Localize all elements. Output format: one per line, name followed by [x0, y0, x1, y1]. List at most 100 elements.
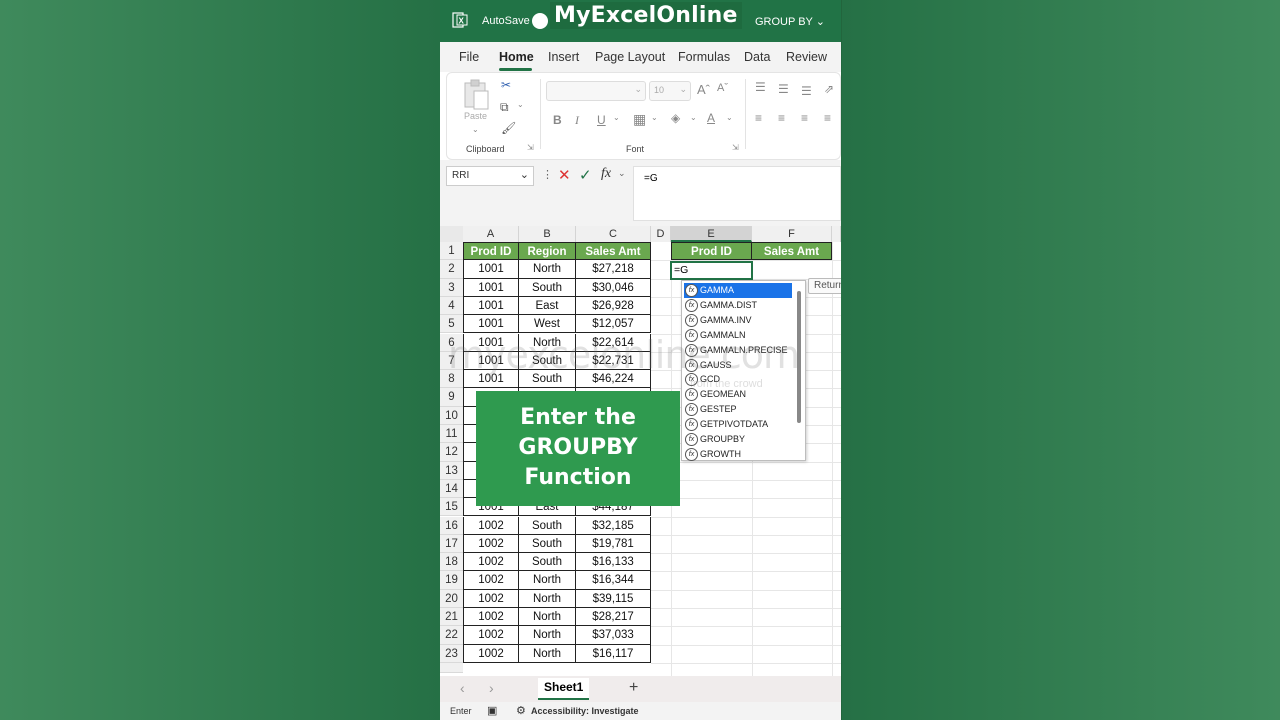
cell-sales[interactable]: $28,217: [576, 608, 651, 627]
font-color-dropdown-icon[interactable]: ⌄: [726, 113, 733, 122]
cell-prod[interactable]: 1002: [463, 553, 519, 572]
row-header-2[interactable]: 2: [440, 260, 463, 279]
accessibility-icon[interactable]: ⚙: [516, 704, 526, 717]
tab-formulas[interactable]: Formulas: [678, 50, 730, 64]
orientation-icon[interactable]: ⇗: [824, 82, 834, 96]
cell-sales[interactable]: $12,057: [576, 315, 651, 334]
cell-region[interactable]: South: [519, 534, 576, 554]
cell-sales[interactable]: $27,218: [576, 260, 651, 279]
name-box[interactable]: RRI ⌄: [446, 166, 534, 186]
cell-prod[interactable]: 1002: [463, 516, 519, 535]
indent-icon[interactable]: ≡: [824, 111, 831, 125]
header-region[interactable]: Region: [519, 242, 576, 261]
row-header-14[interactable]: 14: [440, 479, 463, 499]
add-sheet-icon[interactable]: +: [629, 679, 638, 697]
fill-dropdown-icon[interactable]: ⌄: [690, 113, 697, 122]
output-header-prod-id[interactable]: Prod ID: [671, 242, 752, 261]
autocomplete-item[interactable]: fx GESTEP: [684, 402, 792, 417]
cell-sales[interactable]: $37,033: [576, 626, 651, 645]
cell-prod[interactable]: 1002: [463, 534, 519, 554]
autocomplete-item[interactable]: fx GETPIVOTDATA: [684, 417, 792, 432]
cell-sales[interactable]: $30,046: [576, 278, 651, 297]
scroll-left-icon[interactable]: ‹: [460, 680, 465, 696]
cell-region[interactable]: South: [519, 553, 576, 572]
paste-dropdown-icon[interactable]: ⌄: [472, 125, 479, 134]
autosave-toggle[interactable]: [532, 13, 548, 29]
align-middle-icon[interactable]: ☰: [778, 82, 789, 96]
row-header-3[interactable]: 3: [440, 278, 463, 297]
align-left-icon[interactable]: ≡: [755, 111, 762, 125]
cell-region[interactable]: South: [519, 278, 576, 297]
bold-icon[interactable]: B: [553, 113, 562, 127]
borders-dropdown-icon[interactable]: ⌄: [651, 113, 658, 122]
align-center-icon[interactable]: ≡: [778, 111, 785, 125]
cell-region[interactable]: South: [519, 516, 576, 535]
font-size-dropdown[interactable]: 10 ⌄: [649, 81, 691, 101]
cell-sales[interactable]: $19,781: [576, 534, 651, 554]
decrease-font-icon[interactable]: Aˇ: [717, 82, 728, 94]
increase-font-icon[interactable]: Aˆ: [697, 82, 710, 97]
formula-input[interactable]: =G: [633, 166, 841, 221]
underline-icon[interactable]: U: [597, 113, 606, 127]
cell-region[interactable]: North: [519, 608, 576, 627]
select-all-corner[interactable]: [440, 226, 463, 242]
column-header-d[interactable]: D: [651, 226, 671, 242]
column-header-a[interactable]: A: [463, 226, 519, 242]
insert-function-icon[interactable]: fx: [601, 166, 611, 182]
align-top-icon[interactable]: ☰: [755, 80, 766, 94]
active-cell-e2[interactable]: =G: [670, 261, 753, 280]
row-header-partial[interactable]: [440, 662, 463, 673]
row-header-23[interactable]: 23: [440, 644, 463, 663]
cell-prod[interactable]: 1001: [463, 260, 519, 279]
cell-sales[interactable]: $26,928: [576, 296, 651, 316]
cell-prod[interactable]: 1002: [463, 644, 519, 663]
cell-sales[interactable]: $39,115: [576, 589, 651, 608]
borders-icon[interactable]: ▦: [633, 111, 646, 128]
row-header-16[interactable]: 16: [440, 516, 463, 535]
cell-prod[interactable]: 1001: [463, 315, 519, 334]
sheet-tab-sheet1[interactable]: Sheet1: [538, 678, 590, 700]
chevron-down-icon[interactable]: ⌄: [618, 168, 626, 179]
format-painter-icon[interactable]: 🖌: [501, 121, 516, 135]
cell-sales[interactable]: $16,133: [576, 553, 651, 572]
row-header-10[interactable]: 10: [440, 406, 463, 425]
copy-icon[interactable]: ⧉: [500, 100, 509, 115]
italic-icon[interactable]: I: [575, 113, 579, 128]
cell-prod[interactable]: 1002: [463, 589, 519, 608]
paste-icon[interactable]: [461, 79, 491, 111]
cell-region[interactable]: North: [519, 644, 576, 663]
font-color-icon[interactable]: A: [707, 111, 715, 125]
cell-region[interactable]: West: [519, 315, 576, 334]
row-header-18[interactable]: 18: [440, 553, 463, 572]
row-header-22[interactable]: 22: [440, 626, 463, 645]
cell-region[interactable]: North: [519, 626, 576, 645]
column-header-f[interactable]: F: [752, 226, 832, 242]
row-header-17[interactable]: 17: [440, 534, 463, 554]
cell-region[interactable]: East: [519, 296, 576, 316]
autocomplete-item[interactable]: fx GROUPBY: [684, 432, 792, 447]
cell-region[interactable]: North: [519, 571, 576, 590]
row-header-15[interactable]: 15: [440, 498, 463, 517]
cell-sales[interactable]: $16,117: [576, 644, 651, 663]
column-header-c[interactable]: C: [576, 226, 651, 242]
tab-home[interactable]: Home: [499, 50, 534, 64]
row-header-13[interactable]: 13: [440, 461, 463, 480]
fill-color-icon[interactable]: ◈: [671, 111, 680, 125]
tab-review[interactable]: Review: [786, 50, 827, 64]
row-header-5[interactable]: 5: [440, 315, 463, 334]
cell-prod[interactable]: 1001: [463, 296, 519, 316]
font-launcher-icon[interactable]: ⇲: [732, 143, 739, 152]
row-header-1[interactable]: 1: [440, 242, 463, 261]
cell-sales[interactable]: $32,185: [576, 516, 651, 535]
row-header-11[interactable]: 11: [440, 425, 463, 444]
row-header-20[interactable]: 20: [440, 589, 463, 608]
header-sales-amt[interactable]: Sales Amt: [576, 242, 651, 261]
cell-sales[interactable]: $16,344: [576, 571, 651, 590]
row-header-9[interactable]: 9: [440, 388, 463, 407]
cell-prod[interactable]: 1002: [463, 608, 519, 627]
cell-prod[interactable]: 1001: [463, 278, 519, 297]
align-bottom-icon[interactable]: ☰: [801, 84, 812, 98]
output-header-sales-amt[interactable]: Sales Amt: [752, 242, 832, 261]
enter-icon[interactable]: ✓: [579, 166, 592, 184]
cell-prod[interactable]: 1002: [463, 626, 519, 645]
